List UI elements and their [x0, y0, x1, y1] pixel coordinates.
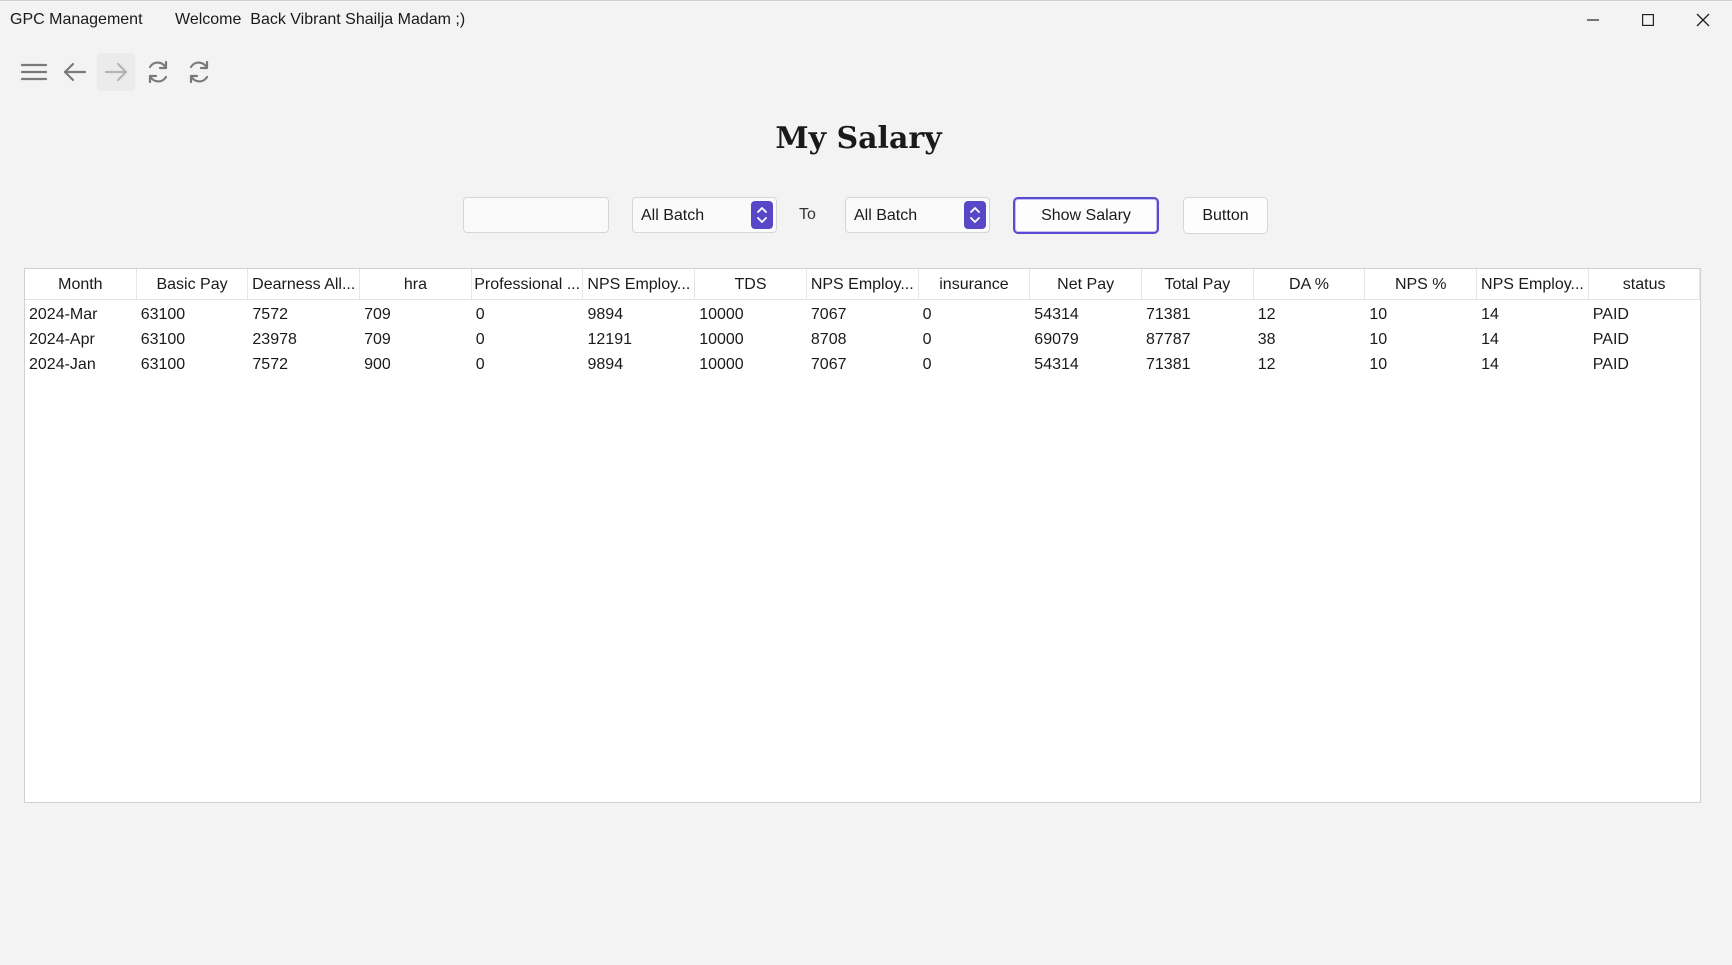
show-salary-button[interactable]: Show Salary: [1013, 197, 1159, 234]
column-header[interactable]: insurance: [919, 269, 1031, 300]
column-header[interactable]: NPS Employ...: [807, 269, 919, 300]
table-cell: 900: [364, 356, 391, 373]
table-row[interactable]: 2024-Apr 63100 23978 709 0 12191 10000 8708 0 690…: [25, 327, 1700, 352]
table-cell: 7067: [810, 306, 847, 323]
table-cell: 10000: [699, 356, 744, 373]
close-icon: [1696, 13, 1710, 27]
reload-button[interactable]: [180, 53, 218, 91]
column-header[interactable]: hra: [360, 269, 472, 300]
table-cell: 54314: [1034, 306, 1079, 323]
column-header[interactable]: Professional ...: [472, 269, 584, 300]
table-cell: 2024-Mar: [29, 306, 98, 323]
column-header[interactable]: status: [1589, 269, 1700, 300]
table-cell: 0: [922, 356, 932, 373]
table-cell: PAID: [1592, 306, 1629, 323]
maximize-icon: [1642, 14, 1654, 26]
table-cell: 69079: [1034, 331, 1079, 348]
minimize-button[interactable]: [1566, 1, 1620, 39]
table-cell: 9894: [587, 306, 624, 323]
table-cell: 87787: [1146, 331, 1191, 348]
column-header[interactable]: TDS: [695, 269, 807, 300]
back-button[interactable]: [56, 53, 94, 91]
refresh-button[interactable]: [139, 53, 177, 91]
table-cell: 2024-Apr: [29, 331, 95, 348]
arrow-right-icon: [104, 62, 128, 82]
spinner-arrows-icon: [964, 201, 986, 229]
table-cell: 9894: [587, 356, 624, 373]
table-cell: 38: [1257, 331, 1276, 348]
column-header[interactable]: Dearness All...: [248, 269, 361, 300]
table-cell: 63100: [140, 331, 186, 348]
table-cell: 63100: [140, 356, 186, 373]
to-batch-value: All Batch: [854, 207, 918, 224]
salary-table[interactable]: Month Basic Pay Dearness All... hra Professi…: [24, 268, 1701, 803]
page-title: My Salary: [775, 121, 942, 156]
table-cell: 10: [1369, 306, 1388, 323]
search-input[interactable]: [463, 197, 609, 233]
table-cell: 23978: [252, 331, 297, 348]
table-row[interactable]: 2024-Jan 63100 7572 900 0 9894 10000 7067 0 54314…: [25, 352, 1700, 377]
column-header[interactable]: Total Pay: [1142, 269, 1254, 300]
table-cell: 10000: [699, 331, 744, 348]
table-cell: 7067: [810, 356, 847, 373]
table-cell: 10000: [699, 306, 744, 323]
arrow-left-icon: [63, 62, 87, 82]
table-cell: 709: [364, 331, 391, 348]
table-header: Month Basic Pay Dearness All... hra Professi…: [25, 269, 1700, 300]
menu-button[interactable]: [15, 53, 53, 91]
table-cell: 14: [1481, 331, 1499, 348]
column-header[interactable]: NPS %: [1365, 269, 1478, 300]
column-header[interactable]: NPS Employ...: [584, 269, 696, 300]
column-header[interactable]: Basic Pay: [137, 269, 249, 300]
table-cell: 12: [1257, 356, 1276, 373]
table-cell: 7572: [252, 356, 288, 373]
generic-button[interactable]: Button: [1183, 197, 1268, 234]
table-cell: 8708: [810, 331, 847, 348]
spinner-arrows-icon: [751, 201, 773, 229]
table-cell: PAID: [1592, 356, 1629, 373]
table-cell: 71381: [1146, 356, 1191, 373]
table-cell: 709: [364, 306, 391, 323]
refresh-icon: [148, 60, 168, 84]
table-cell: 2024-Jan: [29, 356, 96, 373]
table-cell: 54314: [1034, 356, 1079, 373]
column-header[interactable]: NPS Employ...: [1477, 269, 1589, 300]
close-button[interactable]: [1676, 1, 1730, 39]
column-header[interactable]: Net Pay: [1030, 269, 1142, 300]
table-cell: 7572: [252, 306, 288, 323]
welcome-text: Welcome Back Vibrant Shailja Madam ;): [175, 11, 466, 28]
refresh-icon: [189, 60, 209, 84]
table-cell: 10: [1369, 356, 1388, 373]
table-cell: 0: [475, 306, 485, 323]
title-bar: GPC Management Welcome Back Vibrant Shai…: [0, 1, 1732, 39]
table-cell: 12191: [587, 331, 633, 348]
from-batch-value: All Batch: [641, 207, 705, 224]
table-cell: 63100: [140, 306, 186, 323]
table-cell: 0: [475, 356, 485, 373]
maximize-button[interactable]: [1621, 1, 1675, 39]
table-cell: PAID: [1592, 331, 1629, 348]
table-cell: 0: [922, 331, 932, 348]
to-batch-select[interactable]: All Batch: [845, 197, 990, 233]
app-title: GPC Management: [10, 11, 143, 28]
table-cell: 0: [922, 306, 932, 323]
table-cell: 14: [1481, 356, 1499, 373]
app-window: GPC Management Welcome Back Vibrant Shai…: [0, 0, 1732, 965]
menu-icon: [21, 63, 47, 81]
table-cell: 0: [475, 331, 485, 348]
from-batch-select[interactable]: All Batch: [632, 197, 777, 233]
minimize-icon: [1587, 19, 1599, 21]
table-row[interactable]: 2024-Mar 63100 7572 709 0 9894 10000 7067 0 54314…: [25, 302, 1700, 327]
table-cell: 12: [1257, 306, 1276, 323]
table-cell: 10: [1369, 331, 1388, 348]
forward-button[interactable]: [97, 53, 135, 91]
column-header[interactable]: DA %: [1254, 269, 1366, 300]
table-cell: 71381: [1146, 306, 1191, 323]
to-label: To: [799, 206, 816, 223]
column-header[interactable]: Month: [25, 269, 137, 300]
table-cell: 14: [1481, 306, 1499, 323]
